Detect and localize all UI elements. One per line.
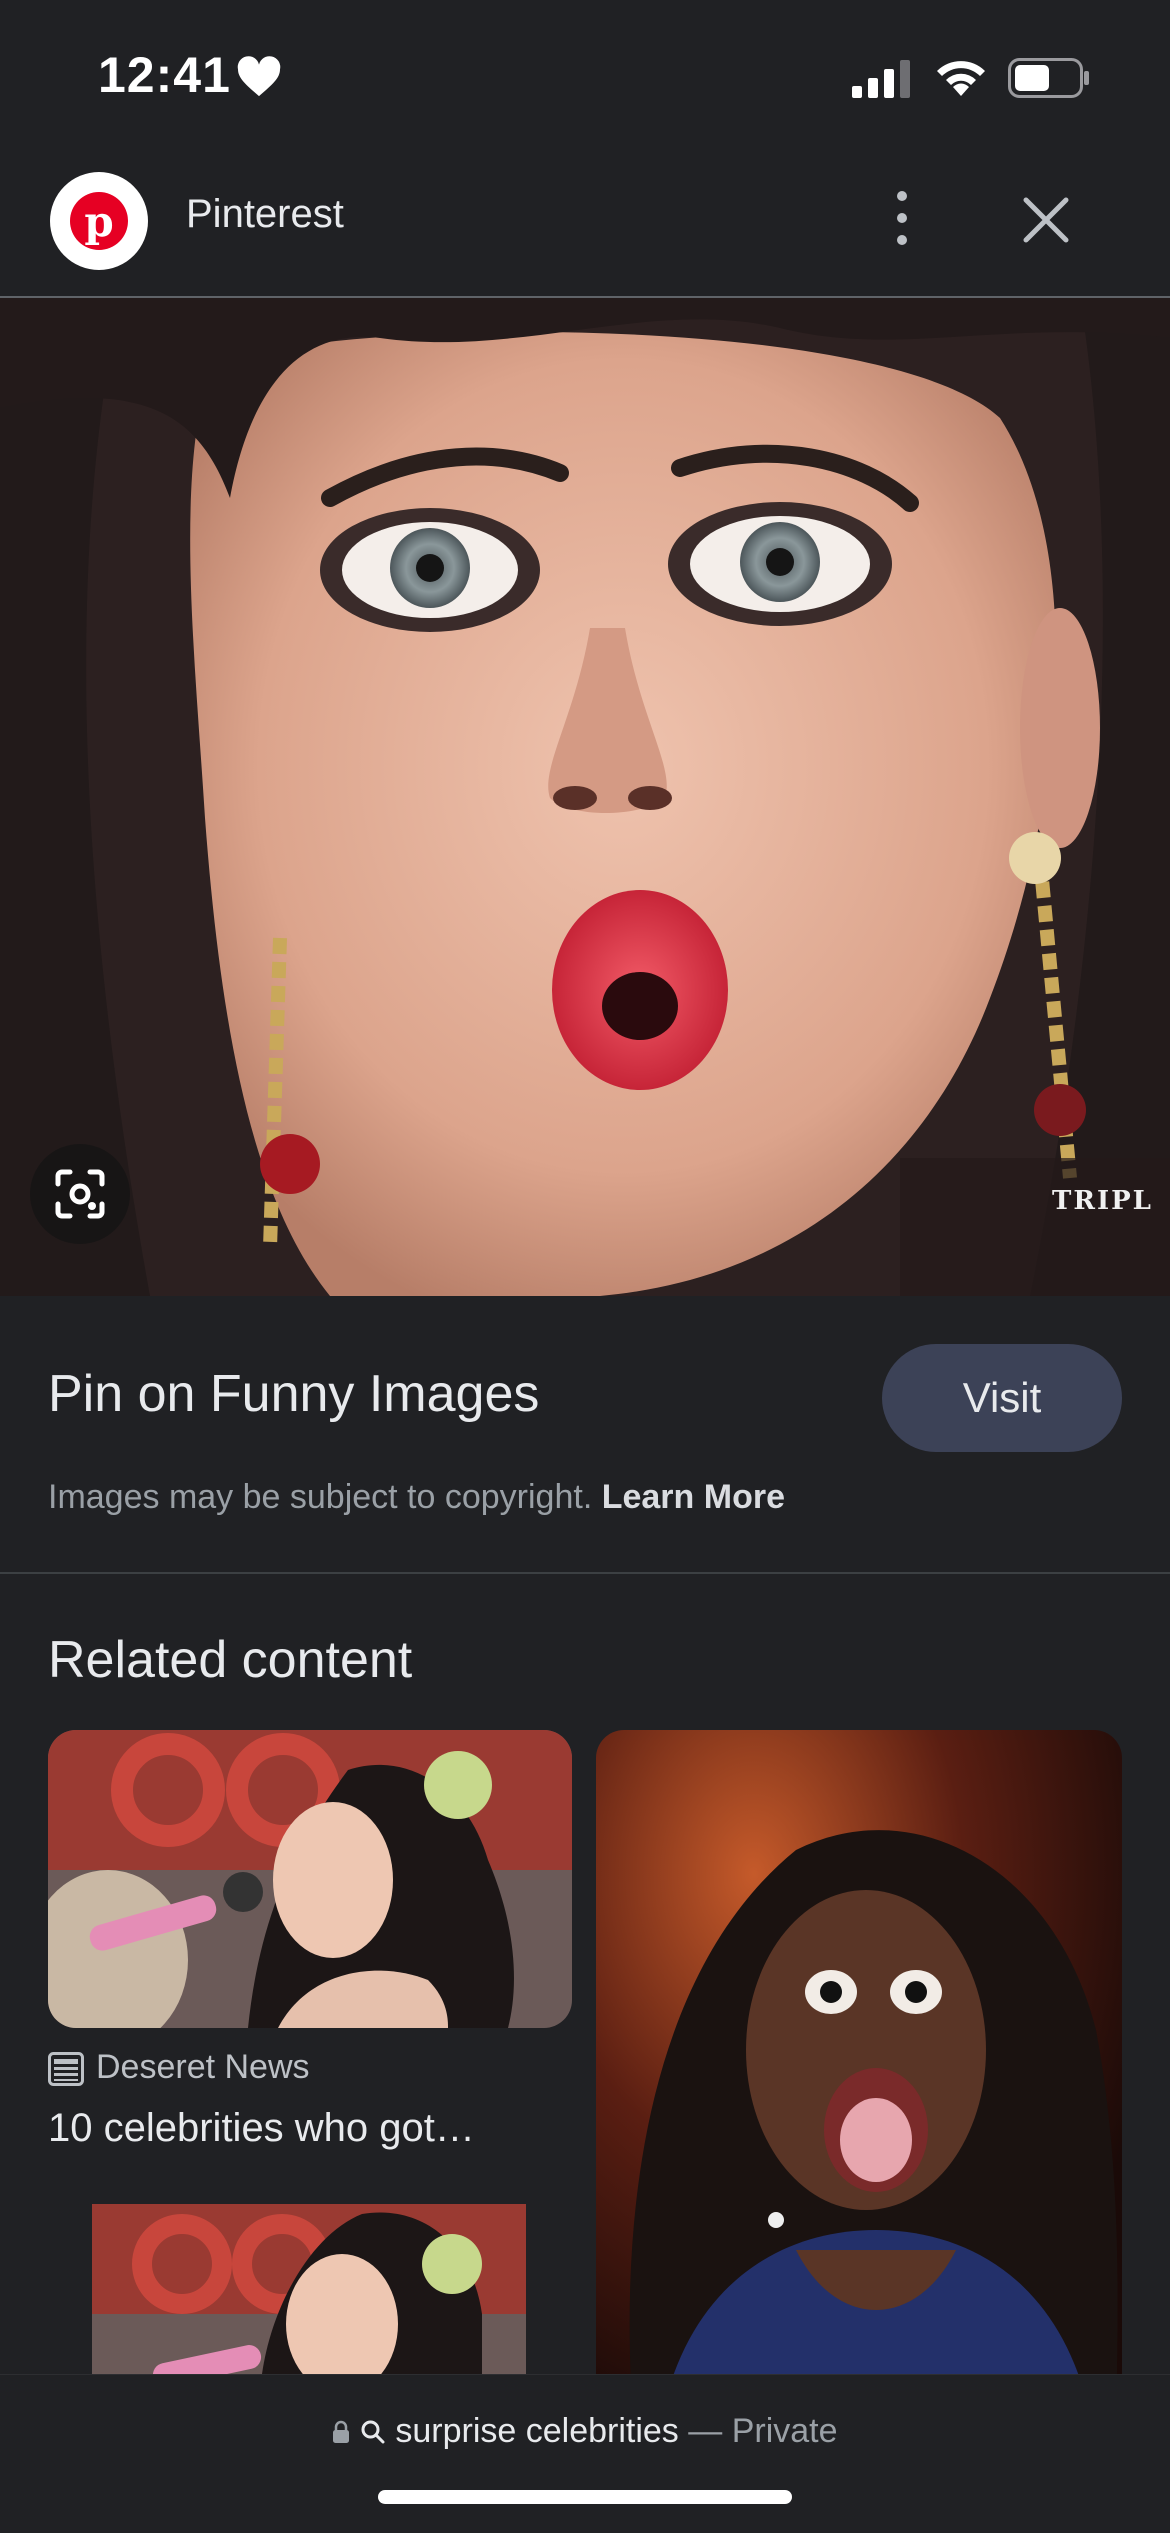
- related-source-name[interactable]: Deseret News: [96, 2048, 310, 2087]
- pinterest-logo-icon: p: [70, 192, 128, 250]
- site-avatar[interactable]: p: [50, 172, 148, 270]
- section-divider: [0, 1572, 1170, 1574]
- wifi-icon: [937, 61, 985, 96]
- heart-icon: [237, 56, 281, 97]
- query-separator: —: [688, 2412, 723, 2450]
- related-thumbnail[interactable]: [48, 1730, 572, 2028]
- related-thumbnail[interactable]: [596, 1730, 1122, 2450]
- learn-more-link[interactable]: Learn More: [602, 1478, 785, 1516]
- related-thumbnail[interactable]: [92, 2204, 526, 2374]
- news-icon: [48, 2052, 84, 2086]
- pin-title[interactable]: Pin on Funny Images: [48, 1364, 539, 1424]
- related-card-title[interactable]: 10 celebrities who got…: [48, 2106, 475, 2151]
- main-image[interactable]: [0, 298, 1170, 1296]
- battery-icon: [1008, 58, 1089, 98]
- privacy-label: Private: [731, 2412, 838, 2450]
- home-indicator[interactable]: [378, 2490, 792, 2504]
- site-name[interactable]: Pinterest: [186, 192, 344, 237]
- search-icon: [361, 2420, 385, 2444]
- lock-icon: [333, 2420, 350, 2443]
- image-watermark: TRIPL: [1052, 1186, 1153, 1216]
- lens-icon: [55, 1169, 105, 1219]
- search-query-text: surprise celebrities: [395, 2412, 679, 2450]
- search-query-bar[interactable]: surprise celebrities — Private: [0, 2412, 1170, 2451]
- copyright-notice: Images may be subject to copyright. Lear…: [48, 1478, 785, 1517]
- related-heading: Related content: [48, 1631, 413, 1689]
- copyright-text: Images may be subject to copyright.: [48, 1478, 593, 1516]
- more-vertical-icon[interactable]: [880, 186, 924, 250]
- close-icon[interactable]: [1020, 194, 1072, 246]
- status-time: 12:41: [98, 47, 231, 103]
- signal-icon: [852, 60, 910, 98]
- lens-button[interactable]: [30, 1144, 130, 1244]
- bottom-bar: [0, 2374, 1170, 2533]
- header-bar: [0, 150, 1170, 298]
- visit-button[interactable]: Visit: [882, 1344, 1122, 1452]
